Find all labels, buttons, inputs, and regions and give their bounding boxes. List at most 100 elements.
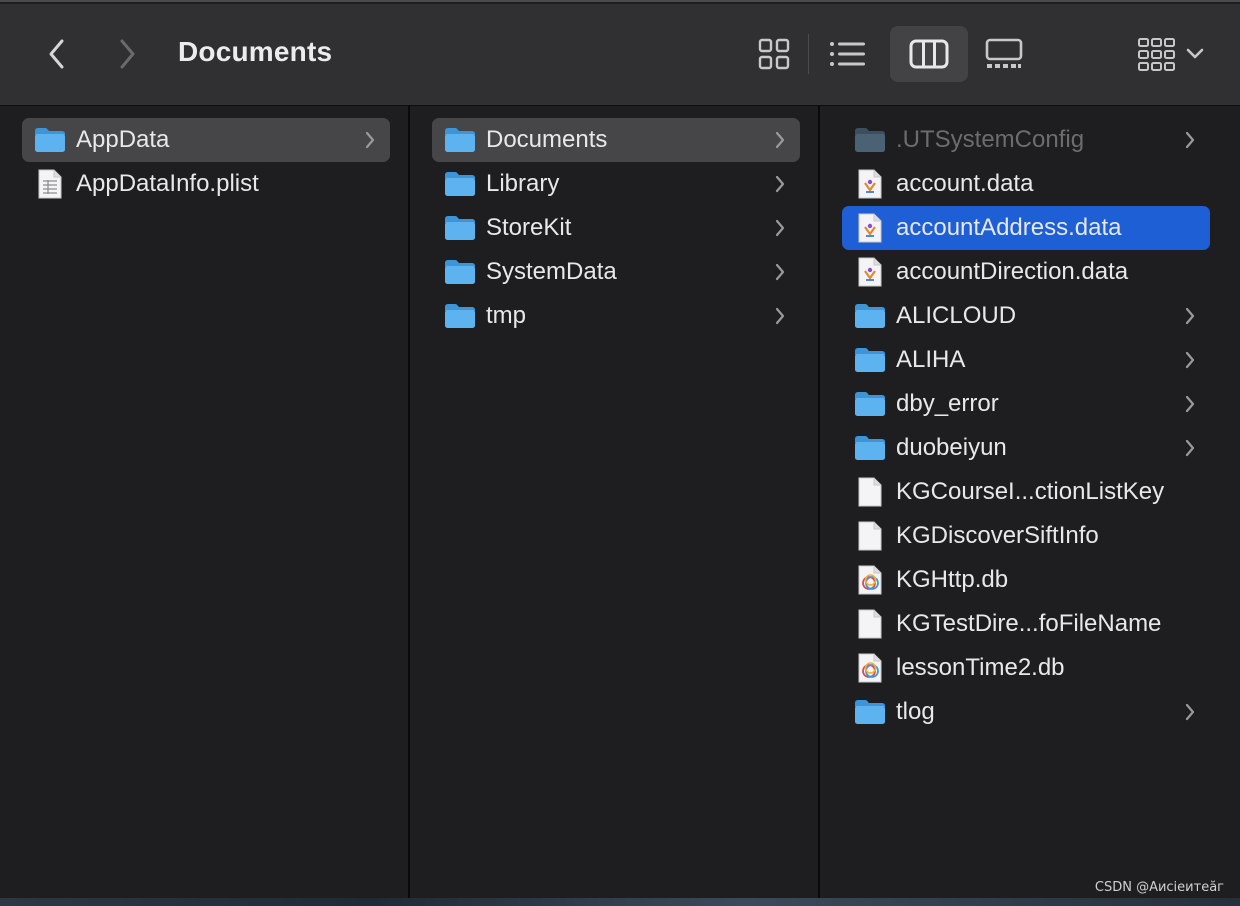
folder-icon — [444, 213, 476, 243]
folder-item[interactable]: tlog — [842, 690, 1210, 734]
chevron-right-icon — [1184, 349, 1196, 369]
document-icon — [854, 521, 886, 551]
folder-item[interactable]: Library — [432, 162, 800, 206]
chevron-down-icon — [1186, 48, 1204, 59]
plist-file-icon — [34, 169, 66, 199]
database-file-icon — [854, 565, 886, 595]
chevron-right-icon — [120, 39, 135, 69]
group-by-icon — [1138, 38, 1175, 71]
watermark: CSDN @Аисіеитеӑг — [1094, 880, 1224, 895]
folder-icon — [854, 697, 886, 727]
folder-item[interactable]: ALIHA — [842, 338, 1210, 382]
chevron-right-icon — [774, 261, 786, 281]
column-1: AppData AppDataInfo.plist — [0, 106, 410, 898]
document-icon — [854, 609, 886, 639]
folder-icon — [444, 169, 476, 199]
item-label: .UTSystemConfig — [896, 126, 1085, 153]
list-icon — [830, 42, 865, 66]
columns-icon — [909, 39, 949, 69]
column-3: .UTSystemConfig account.data accountAddres… — [820, 106, 1240, 898]
folder-item[interactable]: ALICLOUD — [842, 294, 1210, 338]
folder-icon — [854, 389, 886, 419]
folder-icon — [444, 125, 476, 155]
folder-item[interactable]: Documents — [432, 118, 800, 162]
item-label: KGHttp.db — [896, 566, 1009, 593]
item-label: AppData — [76, 126, 170, 153]
chevron-right-icon — [1184, 129, 1196, 149]
forward-button[interactable] — [110, 34, 144, 74]
chevron-right-icon — [364, 129, 376, 149]
folder-icon — [444, 301, 476, 331]
item-label: dby_error — [896, 390, 999, 417]
desktop-strip — [0, 898, 1240, 906]
file-item[interactable]: account.data — [842, 162, 1210, 206]
folder-item[interactable]: StoreKit — [432, 206, 800, 250]
folder-icon — [854, 301, 886, 331]
file-item[interactable]: KGDiscoverSiftInfo — [842, 514, 1210, 558]
icon-view-button[interactable] — [748, 26, 800, 82]
item-label: accountDirection.data — [896, 258, 1129, 285]
file-item[interactable]: KGTestDire...foFileName — [842, 602, 1210, 646]
folder-item[interactable]: dby_error — [842, 382, 1210, 426]
file-item[interactable]: lessonTime2.db — [842, 646, 1210, 690]
folder-icon — [854, 125, 886, 155]
toolbar-divider — [808, 34, 809, 74]
chevron-right-icon — [774, 129, 786, 149]
chevron-right-icon — [1184, 701, 1196, 721]
chevron-right-icon — [774, 173, 786, 193]
item-label: tmp — [486, 302, 527, 329]
item-label: ALICLOUD — [896, 302, 1017, 329]
item-label: StoreKit — [486, 214, 572, 241]
chevron-right-icon — [774, 217, 786, 237]
item-label: KGTestDire...foFileName — [896, 610, 1162, 637]
item-label: AppDataInfo.plist — [76, 170, 259, 197]
item-label: lessonTime2.db — [896, 654, 1065, 681]
chevron-right-icon — [1184, 305, 1196, 325]
chevron-left-icon — [49, 39, 64, 69]
item-label: KGCourseI...ctionListKey — [896, 478, 1165, 505]
folder-icon — [854, 433, 886, 463]
item-label: KGDiscoverSiftInfo — [896, 522, 1099, 549]
folder-item[interactable]: duobeiyun — [842, 426, 1210, 470]
chevron-right-icon — [1184, 437, 1196, 457]
document-icon — [854, 477, 886, 507]
file-item[interactable]: accountAddress.data — [842, 206, 1210, 250]
back-button[interactable] — [40, 34, 74, 74]
file-item[interactable]: KGHttp.db — [842, 558, 1210, 602]
item-label: Documents — [486, 126, 608, 153]
window-title: Documents — [178, 36, 333, 67]
data-file-icon — [854, 257, 886, 287]
chevron-right-icon — [774, 305, 786, 325]
list-view-button[interactable] — [822, 26, 874, 82]
item-label: tlog — [896, 698, 935, 725]
folder-icon — [444, 257, 476, 287]
file-item[interactable]: accountDirection.data — [842, 250, 1210, 294]
group-button[interactable] — [1130, 26, 1212, 82]
grid-icon — [758, 38, 790, 70]
item-label: accountAddress.data — [896, 214, 1122, 241]
item-label: duobeiyun — [896, 434, 1007, 461]
column-2: Documents Library StoreKit SystemData tmp — [410, 106, 820, 898]
gallery-icon — [985, 38, 1023, 68]
file-item[interactable]: KGCourseI...ctionListKey — [842, 470, 1210, 514]
data-file-icon — [854, 213, 886, 243]
toolbar: Documents — [0, 4, 1240, 106]
data-file-icon — [854, 169, 886, 199]
database-file-icon — [854, 653, 886, 683]
gallery-view-button[interactable] — [978, 26, 1030, 82]
column-view-button[interactable] — [890, 26, 968, 82]
chevron-right-icon — [1184, 393, 1196, 413]
item-label: ALIHA — [896, 346, 966, 373]
folder-item[interactable]: SystemData — [432, 250, 800, 294]
column-browser: AppData AppDataInfo.plist Documents Librar… — [0, 106, 1240, 898]
folder-item[interactable]: AppData — [22, 118, 390, 162]
folder-item[interactable]: tmp — [432, 294, 800, 338]
folder-icon — [34, 125, 66, 155]
item-label: account.data — [896, 170, 1034, 197]
item-label: Library — [486, 170, 560, 197]
folder-item[interactable]: .UTSystemConfig — [842, 118, 1210, 162]
folder-icon — [854, 345, 886, 375]
item-label: SystemData — [486, 258, 617, 285]
file-item[interactable]: AppDataInfo.plist — [22, 162, 390, 206]
finder-window: Documents AppData AppDataInfo.plist Docu… — [0, 0, 1240, 906]
